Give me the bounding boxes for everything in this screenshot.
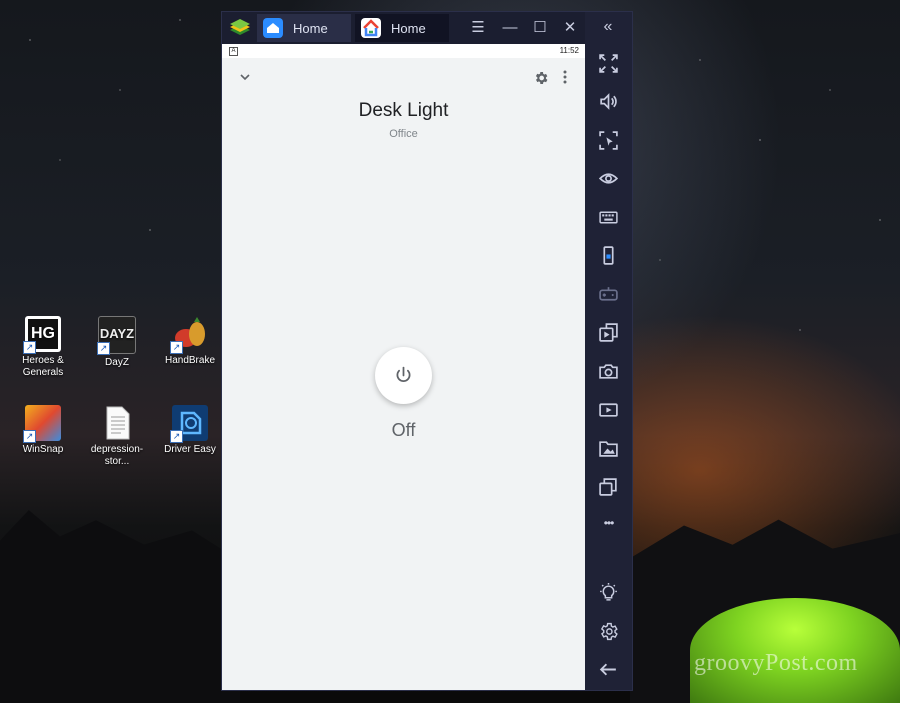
desktop-icon-driver-easy[interactable]: ↗ Driver Easy xyxy=(153,405,227,456)
eye-icon[interactable] xyxy=(598,168,619,189)
desktop-icon-handbrake[interactable]: ↗ HandBrake xyxy=(153,316,227,367)
room-name: Office xyxy=(389,128,418,140)
gallery-icon[interactable] xyxy=(598,438,619,459)
status-bar: A 11:52 xyxy=(222,44,585,58)
winsnap-icon: ↗ xyxy=(23,405,61,443)
desktop-icon-depression-stor[interactable]: depression-stor... xyxy=(80,405,154,468)
handbrake-icon: ↗ xyxy=(170,316,208,354)
google-home-icon xyxy=(361,18,381,38)
dayz-icon: DAYZ ↗ xyxy=(97,316,136,355)
cursor-icon[interactable] xyxy=(598,130,619,151)
desktop-icon-winsnap[interactable]: ↗ WinSnap xyxy=(6,405,80,456)
document-icon xyxy=(99,405,135,441)
desktop-icon-label: DayZ xyxy=(105,357,129,368)
desktop-icon-heroes-generals[interactable]: HG ↗ Heroes & Generals xyxy=(6,316,80,379)
shortcut-arrow-icon: ↗ xyxy=(97,342,110,355)
minimize-button[interactable]: — xyxy=(500,18,520,38)
camera-icon[interactable] xyxy=(598,361,619,382)
more-icon[interactable]: ••• xyxy=(598,513,619,534)
shortcut-arrow-icon: ↗ xyxy=(23,341,36,354)
home-launcher-icon xyxy=(263,18,283,38)
heroes-generals-icon: HG ↗ xyxy=(23,316,61,354)
desktop-icon-label: WinSnap xyxy=(22,444,64,455)
back-icon[interactable] xyxy=(598,659,619,680)
desktop-icon-label: Driver Easy xyxy=(164,444,216,455)
watermark: groovyPost.com xyxy=(694,650,858,676)
tab-label: Home xyxy=(391,20,426,36)
android-screen: A 11:52 Desk Light Office Off xyxy=(222,44,585,690)
shortcut-arrow-icon: ↗ xyxy=(170,430,183,443)
desktop-icon-label: depression-stor... xyxy=(90,444,144,467)
power-toggle-button[interactable] xyxy=(375,347,432,404)
menu-button[interactable]: ☰ xyxy=(468,18,488,38)
desktop-icon-label: Heroes & Generals xyxy=(22,355,64,378)
phone-rotate-icon[interactable] xyxy=(598,245,619,266)
tab-google-home[interactable]: Home xyxy=(355,14,449,42)
title-bar: Home Home ☰ — ☐ ✕ xyxy=(222,12,585,44)
settings-icon[interactable] xyxy=(598,621,619,642)
driver-easy-icon: ↗ xyxy=(170,405,208,443)
bulb-icon[interactable] xyxy=(598,582,619,603)
bluestacks-window: Home Home ☰ — ☐ ✕ A 11:52 Desk Light Off… xyxy=(222,12,632,690)
desktop-icon-dayz[interactable]: DAYZ ↗ DayZ xyxy=(80,316,154,369)
gear-icon[interactable] xyxy=(533,70,549,86)
bluestacks-logo-icon xyxy=(230,19,250,35)
notification-icon: A xyxy=(229,47,238,56)
tab-label: Home xyxy=(293,20,328,36)
shortcut-arrow-icon: ↗ xyxy=(23,430,36,443)
keyboard-icon[interactable] xyxy=(598,207,619,228)
maximize-button[interactable]: ☐ xyxy=(530,18,550,38)
power-icon xyxy=(396,366,411,382)
desktop-icon-label: HandBrake xyxy=(164,355,216,366)
tab-home-launcher[interactable]: Home xyxy=(257,14,351,42)
device-name: Desk Light xyxy=(358,100,449,121)
more-vert-icon[interactable] xyxy=(562,69,568,85)
gamepad-icon[interactable] xyxy=(598,284,619,305)
multi-instance-icon[interactable] xyxy=(598,476,619,497)
collapse-sidebar-button[interactable]: « xyxy=(597,18,619,36)
apk-icon[interactable] xyxy=(598,322,619,343)
fullscreen-icon[interactable] xyxy=(598,53,619,74)
close-button[interactable]: ✕ xyxy=(560,18,580,38)
power-state-label: Off xyxy=(391,420,416,440)
emulator-sidebar: « ••• xyxy=(585,12,632,690)
status-clock: 11:52 xyxy=(559,46,579,55)
record-icon[interactable] xyxy=(598,399,619,420)
volume-icon[interactable] xyxy=(598,91,619,112)
chevron-down-icon[interactable] xyxy=(238,70,252,84)
shortcut-arrow-icon: ↗ xyxy=(170,341,183,354)
